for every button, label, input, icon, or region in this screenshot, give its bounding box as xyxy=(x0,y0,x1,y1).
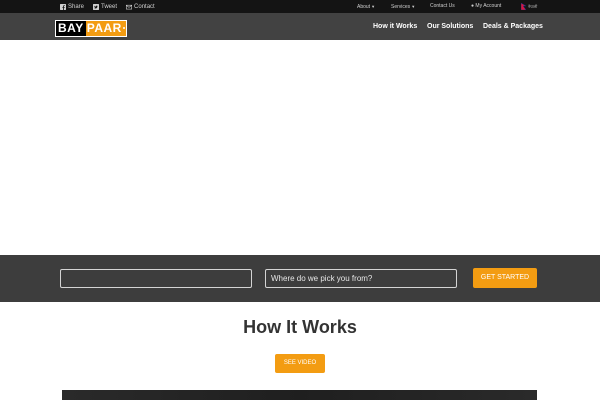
contact-us-label: Contact Us xyxy=(430,3,455,9)
see-video-button[interactable]: SEE VIDEO xyxy=(275,354,325,373)
my-account-link[interactable]: ● My Account xyxy=(471,0,501,13)
language-switcher[interactable]: नेपाली xyxy=(528,0,537,13)
logo-part-bay: BAY xyxy=(56,21,86,36)
tweet-link[interactable]: Tweet xyxy=(93,3,118,10)
my-account-label: My Account xyxy=(475,3,502,9)
facebook-icon xyxy=(60,3,66,10)
section-title: How It Works xyxy=(243,317,357,337)
nav-our-solutions[interactable]: Our Solutions xyxy=(427,13,473,40)
twitter-icon xyxy=(93,3,100,10)
caret-down-icon: ▼ xyxy=(371,4,376,9)
services-menu[interactable]: Services▼ xyxy=(391,0,415,13)
nav-how-it-works[interactable]: How it Works xyxy=(373,13,417,40)
contact-link[interactable]: Contact xyxy=(126,4,155,10)
get-started-button[interactable]: GET STARTED xyxy=(473,268,537,288)
social-links: Share Tweet Contact xyxy=(60,0,155,13)
about-menu[interactable]: About▼ xyxy=(357,0,375,13)
caret-down-icon: ▼ xyxy=(411,4,416,9)
nepal-flag-icon[interactable] xyxy=(521,3,526,10)
tweet-label: Tweet xyxy=(101,3,118,10)
share-label: Share xyxy=(68,3,85,10)
contact-us-link[interactable]: Contact Us xyxy=(430,0,455,13)
user-icon: ● xyxy=(471,3,475,9)
nav-deals-packages[interactable]: Deals & Packages xyxy=(483,13,543,40)
about-label: About xyxy=(357,4,371,10)
logo-part-paar: PAAR xyxy=(85,21,126,36)
contact-label: Contact xyxy=(134,3,155,10)
video-player[interactable] xyxy=(62,390,537,400)
drop-location-input[interactable] xyxy=(60,269,252,288)
services-label: Services xyxy=(391,4,411,10)
mail-icon xyxy=(126,4,133,9)
pickup-location-input[interactable] xyxy=(265,269,457,288)
share-link[interactable]: Share xyxy=(60,3,85,10)
brand-logo[interactable]: BAY PAAR xyxy=(55,20,127,37)
